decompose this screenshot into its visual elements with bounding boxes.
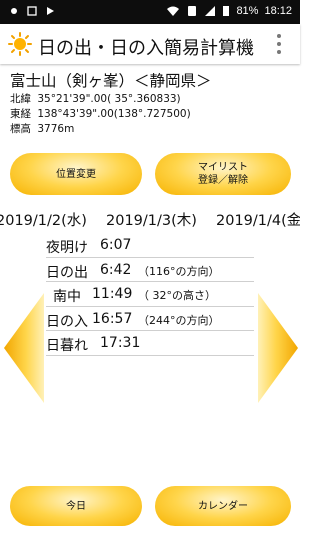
play-icon — [47, 7, 54, 15]
date-next[interactable]: 2019/1/4(金) — [216, 209, 300, 230]
sunrise-row: 日の出 6:42 （116°の方向） — [46, 258, 254, 282]
latitude-line: 北緯 35°21'39".00( 35°.360833) — [10, 91, 181, 106]
sun-times-table: 夜明け 6:07 日の出 6:42 （116°の方向） 南中 11:49 （ 3… — [46, 233, 254, 356]
today-button[interactable]: 今日 — [10, 486, 142, 526]
transit-row: 南中 11:49 （ 32°の高さ） — [46, 282, 254, 307]
sim-icon — [188, 6, 197, 16]
signal-icon — [205, 6, 216, 16]
clock: 18:12 — [264, 5, 292, 17]
calendar-label: カレンダー — [198, 500, 248, 512]
latitude-label: 北緯 — [10, 93, 31, 105]
app-bar: 日の出・日の入簡易計算機 — [0, 24, 300, 64]
sunset-row: 日の入 16:57 （244°の方向） — [46, 307, 254, 331]
sunrise-direction: （116°の方向） — [138, 264, 220, 278]
transit-label: 南中 — [53, 289, 81, 305]
transit-altitude: （ 32°の高さ） — [138, 289, 216, 302]
elevation-value: 3776m — [37, 123, 75, 135]
sun-icon — [8, 32, 32, 56]
change-location-label: 位置変更 — [56, 168, 96, 180]
elevation-line: 標高 3776m — [10, 121, 74, 136]
transit-time: 11:49 — [92, 286, 133, 302]
longitude-value: 138°43'39".00(138°.727500) — [37, 108, 191, 120]
dusk-label: 日暮れ — [46, 338, 88, 354]
latitude-value: 35°21'39".00( 35°.360833) — [37, 93, 181, 105]
status-bar: 81% 18:12 — [0, 0, 300, 24]
date-previous[interactable]: 2019/1/2(水) — [0, 209, 87, 230]
wifi-icon — [167, 6, 180, 16]
sunrise-time: 6:42 — [100, 261, 132, 278]
mylist-label-line2: 登録／解除 — [198, 175, 248, 186]
calendar-button[interactable]: カレンダー — [155, 486, 291, 526]
dawn-label: 夜明け — [46, 240, 88, 256]
notification-icon — [27, 6, 37, 16]
date-strip[interactable]: 2019/1/2(水) 2019/1/3(木) 2019/1/4(金) — [0, 209, 300, 231]
sunset-direction: （244°の方向） — [138, 313, 220, 327]
mylist-label-line1: マイリスト — [198, 162, 248, 173]
sunset-label: 日の入 — [46, 313, 88, 330]
battery-percent: 81% — [236, 5, 259, 17]
previous-day-arrow-icon[interactable] — [4, 293, 44, 403]
location-name: 富士山（剣ヶ峯）＜静岡県＞ — [10, 72, 212, 90]
change-location-button[interactable]: 位置変更 — [10, 153, 142, 195]
elevation-label: 標高 — [10, 123, 31, 135]
weather-icon — [11, 8, 17, 14]
battery-icon — [223, 6, 230, 16]
next-day-arrow-icon[interactable] — [258, 293, 298, 403]
date-current: 2019/1/3(木) — [106, 213, 197, 229]
mylist-button[interactable]: マイリスト 登録／解除 — [155, 153, 291, 195]
longitude-line: 東経 138°43'39".00(138°.727500) — [10, 106, 191, 121]
dawn-time: 6:07 — [100, 237, 132, 253]
dawn-row: 夜明け 6:07 — [46, 233, 254, 258]
dusk-time: 17:31 — [100, 335, 141, 351]
overflow-menu-icon[interactable] — [276, 34, 282, 54]
dusk-row: 日暮れ 17:31 — [46, 331, 254, 356]
sunrise-label: 日の出 — [46, 264, 88, 281]
sunset-time: 16:57 — [92, 310, 133, 327]
today-label: 今日 — [66, 500, 86, 512]
longitude-label: 東経 — [10, 108, 31, 120]
app-title: 日の出・日の入簡易計算機 — [38, 38, 254, 59]
